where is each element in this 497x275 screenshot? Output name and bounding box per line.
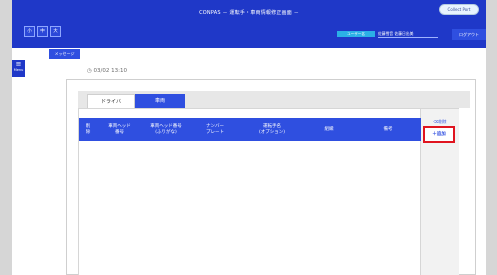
add-button[interactable]: ＋追加: [427, 130, 451, 139]
tab-driver[interactable]: ドライバ: [87, 94, 135, 108]
user-badge: ユーザー名: [337, 31, 375, 37]
column-delete: 削 除: [85, 123, 91, 135]
font-size-medium-button[interactable]: 中: [37, 26, 48, 37]
column-remarks: 備考: [383, 126, 393, 132]
action-sidebar: ⌫削除 ＋追加: [421, 108, 459, 275]
column-head-number: 車両ヘッド 番号: [108, 123, 131, 135]
vehicle-table: 削 除 車両ヘッド 番号 車両ヘッド番号 (ふりがな) ナンバー プレート 運転…: [78, 108, 422, 275]
column-head-number-kana: 車両ヘッド番号 (ふりがな): [150, 123, 182, 135]
column-number-plate: ナンバー プレート: [206, 123, 224, 135]
font-size-small-button[interactable]: 小: [24, 26, 35, 37]
main-panel: ドライバ 車両 削 除 車両ヘッド 番号 車両ヘッド番号 (ふりがな) ナンバー: [66, 79, 476, 275]
menu-label: Menu: [13, 68, 24, 72]
collect-port-button[interactable]: Collect Port: [439, 4, 479, 15]
hamburger-icon: ≡: [15, 60, 22, 68]
font-size-large-button[interactable]: 大: [50, 26, 61, 37]
header-bar: CONPAS － 運転手・車両情報修正画面 － Collect Port 小 中…: [12, 0, 486, 48]
add-button-highlight: ＋追加: [423, 126, 455, 143]
message-tab[interactable]: メッセージ: [49, 49, 80, 59]
user-info: 佐藤雪音 佐藤日出美: [378, 31, 438, 38]
table-header: 削 除 車両ヘッド 番号 車両ヘッド番号 (ふりがな) ナンバー プレート 運転…: [79, 118, 422, 141]
app-title: CONPAS － 運転手・車両情報修正画面 －: [199, 10, 299, 16]
menu-button[interactable]: ≡ Menu: [12, 60, 25, 77]
app-window: CONPAS － 運転手・車両情報修正画面 － Collect Port 小 中…: [12, 0, 486, 275]
logout-button[interactable]: ログアウト: [452, 29, 486, 40]
tab-vehicle[interactable]: 車両: [135, 94, 185, 108]
tab-bar: ドライバ 車両: [78, 91, 470, 108]
column-driver-name: 運転手名 (オプション): [258, 123, 285, 135]
delete-button[interactable]: ⌫削除: [429, 119, 451, 125]
column-organization: 組織: [324, 126, 334, 132]
datetime-display: ◷ 03/02 13:10: [87, 68, 127, 74]
